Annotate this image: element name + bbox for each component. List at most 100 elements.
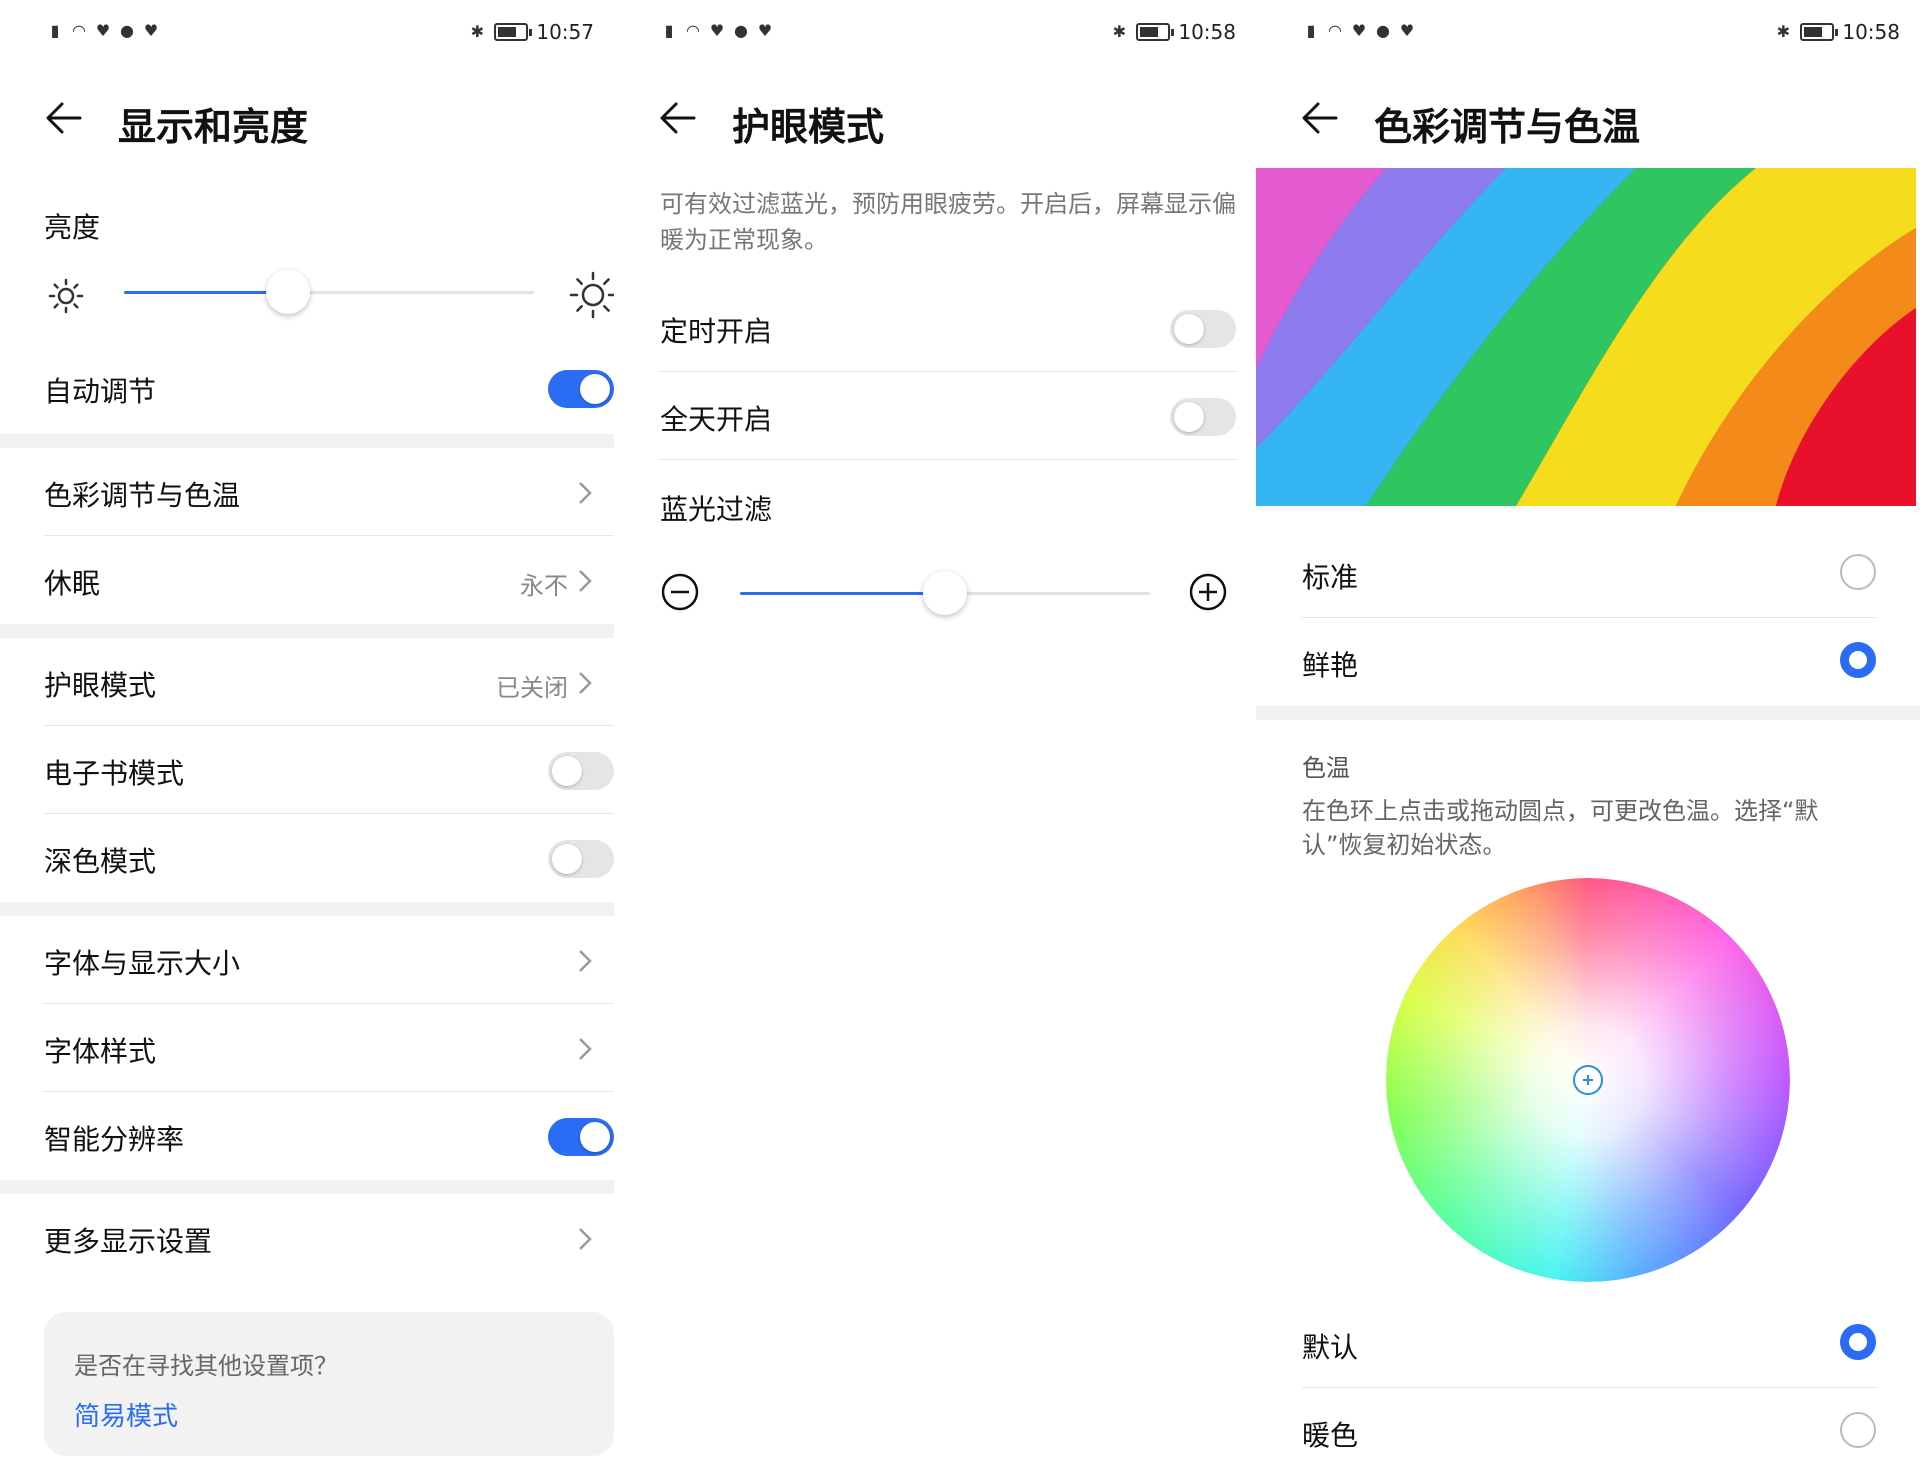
chat-icon: ● (1376, 21, 1390, 40)
eye-comfort-value: 已关闭 (496, 674, 568, 702)
temp-warm-radio[interactable] (1840, 1412, 1876, 1448)
blue-filter-slider[interactable] (740, 571, 1150, 615)
auto-adjust-label: 自动调节 (44, 375, 157, 408)
bluetooth-icon: ✱ (1112, 22, 1127, 41)
blue-filter-slider-thumb[interactable] (923, 571, 967, 615)
font-size-label: 字体与显示大小 (44, 947, 241, 980)
blue-filter-label: 蓝光过滤 (660, 493, 773, 526)
title-bar: 色彩调节与色温 (1300, 88, 1900, 149)
mode-vivid-radio[interactable] (1840, 642, 1876, 678)
suggestion-question: 是否在寻找其他设置项？ (74, 1352, 338, 1380)
brightness-label: 亮度 (44, 211, 101, 244)
scheduled-toggle[interactable] (1170, 310, 1236, 348)
smart-resolution-label: 智能分辨率 (44, 1123, 185, 1156)
chat-icon: ● (120, 21, 134, 40)
sun-low-icon (48, 278, 84, 314)
mode-vivid-row[interactable]: 鲜艳 (1302, 618, 1876, 706)
mode-standard-radio[interactable] (1840, 554, 1876, 590)
section-divider (0, 902, 614, 916)
color-temp-heading: 色温 (1302, 754, 1350, 782)
page-title: 显示和亮度 (118, 105, 309, 149)
back-arrow-icon[interactable] (44, 98, 84, 138)
mode-vivid-label: 鲜艳 (1302, 649, 1359, 682)
back-arrow-icon[interactable] (1300, 98, 1340, 138)
brightness-slider[interactable] (124, 270, 534, 314)
sleep-label: 休眠 (44, 567, 101, 600)
temp-default-radio[interactable] (1840, 1324, 1876, 1360)
more-display-row[interactable]: 更多显示设置 (44, 1194, 614, 1282)
temp-default-label: 默认 (1302, 1331, 1359, 1364)
section-divider (0, 1180, 614, 1194)
battery-icon (1800, 23, 1839, 41)
color-temp-label: 色彩调节与色温 (44, 479, 241, 512)
font-style-label: 字体样式 (44, 1035, 157, 1068)
sim-icon: ▮ (50, 21, 60, 40)
eye-comfort-screen: ▮ ◠ ♥ ● ♥ ✱ 10:58 护眼模式 可有效过滤蓝光，预防用眼疲劳。开启… (614, 0, 1256, 1464)
brightness-slider-thumb[interactable] (266, 270, 310, 314)
chat-icon: ● (734, 21, 748, 40)
section-divider (1256, 706, 1920, 720)
font-size-row[interactable]: 字体与显示大小 (44, 916, 614, 1004)
all-day-label: 全天开启 (660, 403, 773, 436)
display-brightness-screen: ▮ ◠ ♥ ● ♥ ✱ 10:57 显示和亮度 亮度 自动调节 色彩调节与色温 … (0, 0, 614, 1464)
chevron-right-icon (579, 570, 592, 592)
dark-mode-toggle[interactable] (548, 840, 614, 878)
preview-wallpaper-image (1256, 168, 1916, 506)
font-style-row[interactable]: 字体样式 (44, 1004, 614, 1092)
suggestion-card: 是否在寻找其他设置项？ 简易模式 (44, 1312, 614, 1456)
auto-adjust-toggle[interactable] (548, 370, 614, 408)
chevron-right-icon (579, 1038, 592, 1060)
heart-icon: ♥ (1351, 21, 1367, 40)
smart-resolution-toggle[interactable] (548, 1118, 614, 1156)
section-divider (0, 624, 614, 638)
wifi-icon: ◠ (72, 21, 86, 40)
back-arrow-icon[interactable] (658, 98, 698, 138)
temp-default-row[interactable]: 默认 (1302, 1300, 1876, 1388)
blue-filter-slider-fill (740, 592, 945, 595)
color-temperature-screen: ▮ ◠ ♥ ● ♥ ✱ 10:58 色彩调节与色温 标准 鲜艳 色温 在色环上点… (1256, 0, 1920, 1464)
all-day-row: 全天开启 (660, 372, 1236, 460)
heart-icon: ♥ (95, 21, 111, 40)
all-day-toggle[interactable] (1170, 398, 1236, 436)
scheduled-row: 定时开启 (660, 284, 1236, 372)
ebook-mode-toggle[interactable] (548, 752, 614, 790)
color-wheel[interactable] (1386, 878, 1790, 1282)
status-time: 10:58 (1842, 20, 1900, 44)
status-bar: ▮ ◠ ♥ ● ♥ ✱ 10:57 (46, 18, 594, 50)
sim-icon: ▮ (1306, 21, 1316, 40)
more-display-label: 更多显示设置 (44, 1225, 213, 1258)
wifi-icon: ◠ (686, 21, 700, 40)
simple-mode-link[interactable]: 简易模式 (74, 1396, 178, 1433)
color-temp-row[interactable]: 色彩调节与色温 (44, 448, 614, 536)
section-divider (0, 434, 614, 448)
sun-high-icon (569, 271, 614, 319)
heart-icon: ♥ (1399, 21, 1415, 40)
status-bar: ▮ ◠ ♥ ● ♥ ✱ 10:58 (1302, 18, 1900, 50)
wifi-icon: ◠ (1328, 21, 1342, 40)
battery-icon (494, 23, 533, 41)
heart-icon: ♥ (709, 21, 725, 40)
bluetooth-icon: ✱ (470, 22, 485, 41)
chevron-right-icon (579, 482, 592, 504)
sim-icon: ▮ (664, 21, 674, 40)
ebook-mode-label: 电子书模式 (44, 757, 185, 790)
sleep-value: 永不 (520, 572, 568, 600)
eye-comfort-row[interactable]: 护眼模式 已关闭 (44, 638, 614, 726)
eye-comfort-description: 可有效过滤蓝光，预防用眼疲劳。开启后，屏幕显示偏暖为正常现象。 (660, 190, 1236, 254)
sleep-row[interactable]: 休眠 永不 (44, 536, 614, 624)
temp-warm-label: 暖色 (1302, 1419, 1359, 1452)
title-bar: 显示和亮度 (44, 88, 594, 149)
mode-standard-row[interactable]: 标准 (1302, 530, 1876, 618)
smart-resolution-row: 智能分辨率 (44, 1092, 614, 1180)
bluetooth-icon: ✱ (1776, 22, 1791, 41)
color-wheel-handle-icon[interactable] (1572, 1064, 1604, 1096)
title-bar: 护眼模式 (658, 88, 1236, 149)
battery-icon (1136, 23, 1175, 41)
minus-circle-icon[interactable] (660, 572, 700, 612)
chevron-right-icon (579, 950, 592, 972)
status-bar: ▮ ◠ ♥ ● ♥ ✱ 10:58 (660, 18, 1236, 50)
temp-warm-row[interactable]: 暖色 (1302, 1388, 1876, 1464)
plus-circle-icon[interactable] (1188, 572, 1228, 612)
status-time: 10:57 (536, 20, 594, 44)
mode-standard-label: 标准 (1302, 561, 1359, 594)
